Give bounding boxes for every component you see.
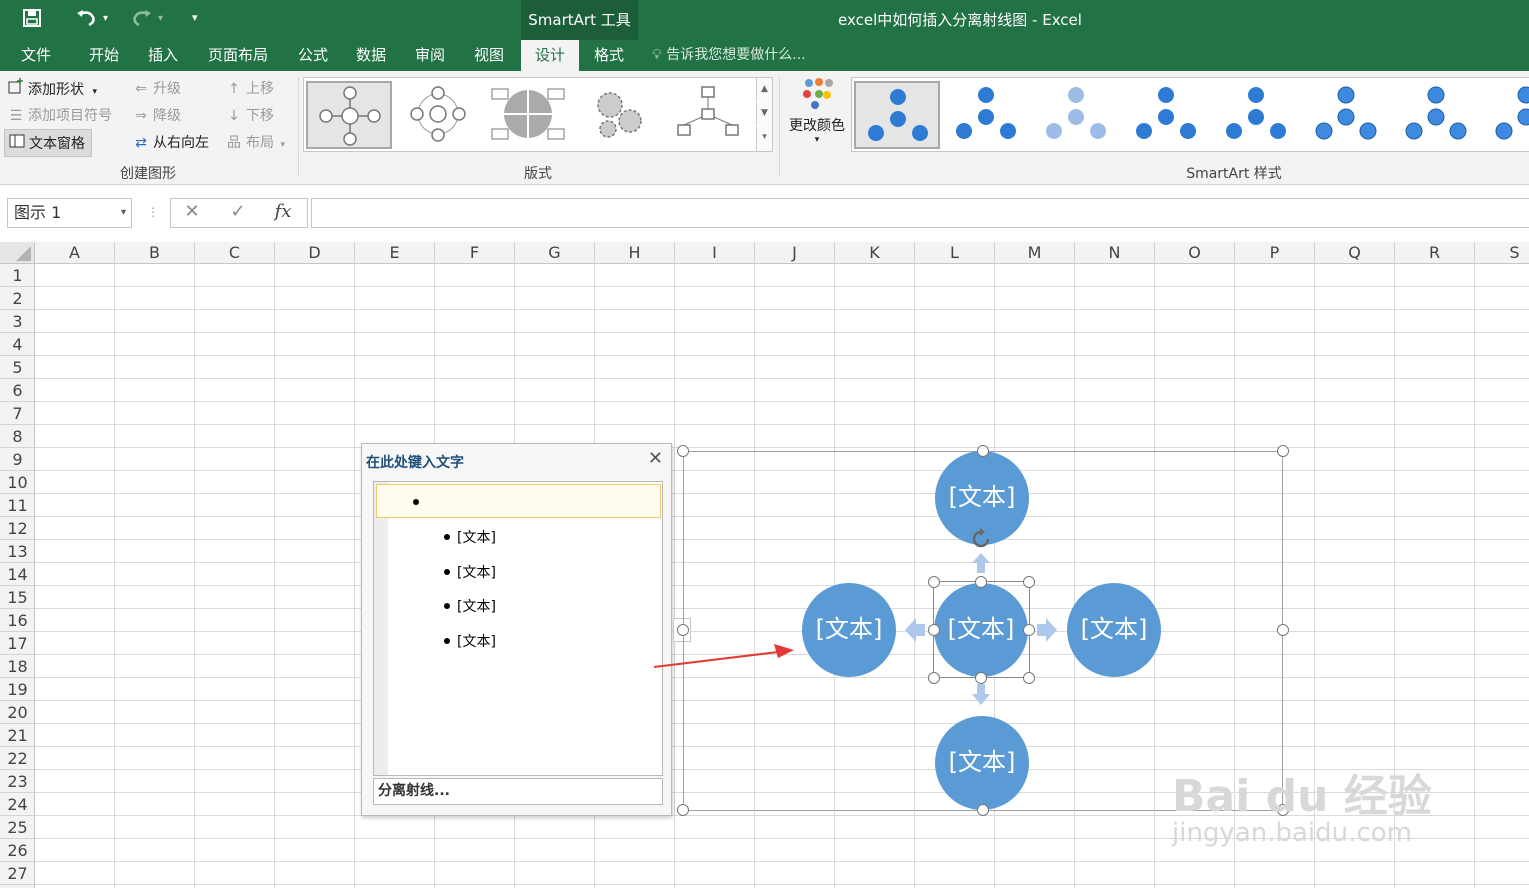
frame-resize-handle[interactable] <box>677 624 689 636</box>
resize-handle[interactable] <box>1023 576 1035 588</box>
frame-resize-handle[interactable] <box>977 804 989 816</box>
arrow-down-shape <box>972 684 990 705</box>
smartart-node-right[interactable]: [文本] <box>1067 583 1161 677</box>
arrow-left-shape <box>905 618 925 642</box>
resize-handle[interactable] <box>975 576 987 588</box>
frame-resize-handle[interactable] <box>677 804 689 816</box>
frame-resize-handle[interactable] <box>1277 624 1289 636</box>
excel-window: ▾ ▾ ▾ SmartArt 工具 excel中如何插入分离射线图 - Exce… <box>0 0 1529 888</box>
resize-handle[interactable] <box>928 576 940 588</box>
resize-handle[interactable] <box>928 624 940 636</box>
shape-selection-box <box>933 581 1030 678</box>
smartart-node-left[interactable]: [文本] <box>802 583 896 677</box>
smartart-arrows <box>905 553 1057 705</box>
resize-handle[interactable] <box>928 672 940 684</box>
resize-handle[interactable] <box>1023 672 1035 684</box>
arrow-up-shape <box>972 553 990 573</box>
resize-handle[interactable] <box>1023 624 1035 636</box>
annotation-arrow-icon <box>653 644 794 668</box>
baidu-watermark-url: jingyan.baidu.com <box>1172 818 1412 848</box>
rotate-handle-icon[interactable] <box>969 527 993 555</box>
smartart-node-bottom[interactable]: [文本] <box>935 716 1029 810</box>
frame-resize-handle[interactable] <box>677 445 689 457</box>
frame-resize-handle[interactable] <box>1277 445 1289 457</box>
baidu-watermark: Bai du 经验 <box>1172 771 1432 822</box>
frame-resize-handle[interactable] <box>977 445 989 457</box>
resize-handle[interactable] <box>975 672 987 684</box>
arrow-right-shape <box>1037 618 1057 642</box>
